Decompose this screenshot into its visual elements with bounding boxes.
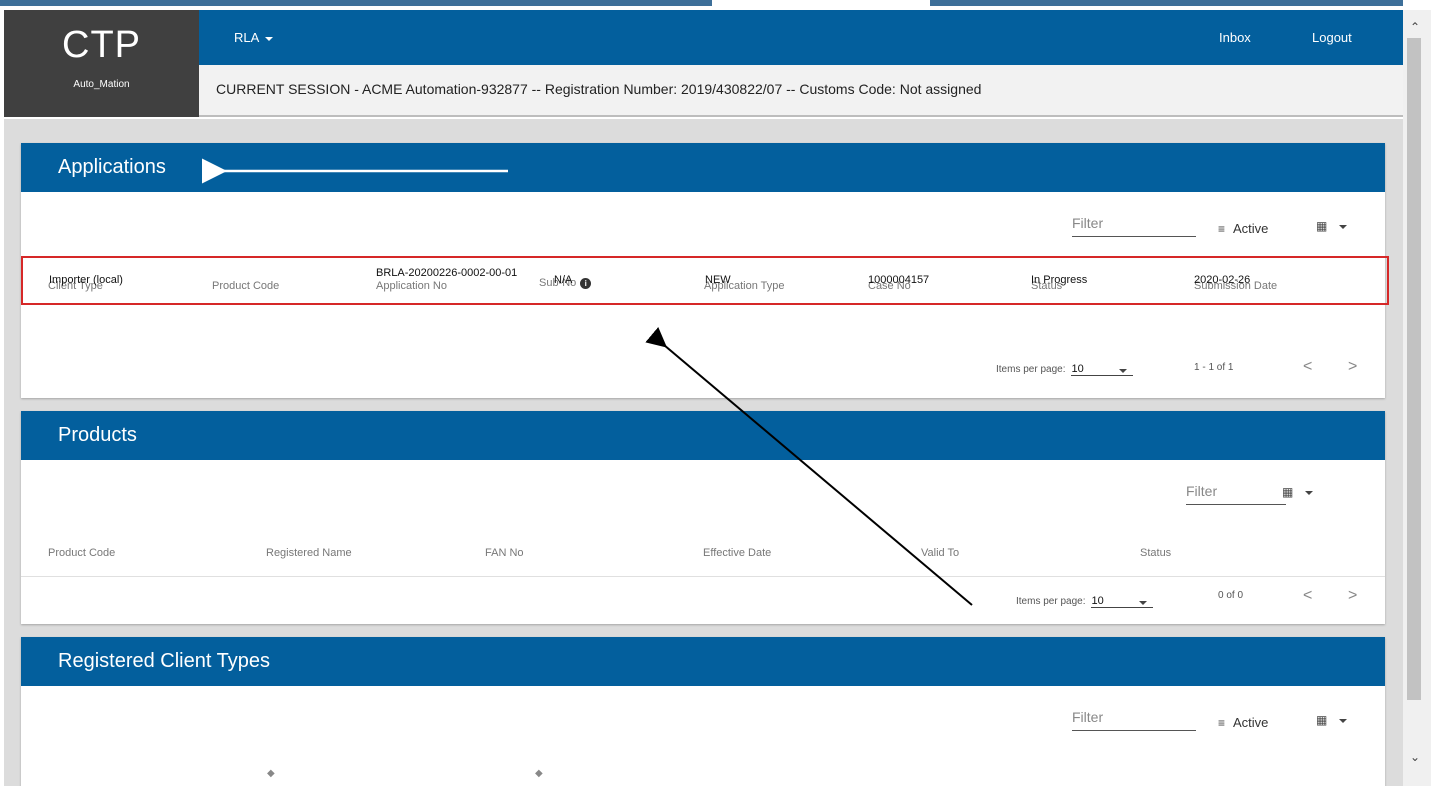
- products-columns-menu[interactable]: ▦: [1282, 485, 1314, 499]
- column-header-valid-to[interactable]: Valid To: [921, 547, 959, 559]
- brand-subtitle: Auto_Mation: [73, 79, 130, 90]
- cell-submission-date: 2020-02-26: [1194, 274, 1251, 286]
- applications-range: 1 - 1 of 1: [1194, 362, 1234, 373]
- table-row[interactable]: Importer (local) BRLA-20200226-0002-00-0…: [21, 256, 1389, 305]
- column-header-effective-date[interactable]: Effective Date: [703, 547, 771, 559]
- session-info: CURRENT SESSION - ACME Automation-932877…: [216, 81, 982, 97]
- chevron-down-icon: [1339, 224, 1348, 229]
- session-bar: CURRENT SESSION - ACME Automation-932877…: [199, 65, 1403, 117]
- items-per-page-value: 10: [1091, 595, 1104, 607]
- applications-active-filter[interactable]: ≡ Active: [1218, 221, 1268, 236]
- scroll-down-icon[interactable]: ⌄: [1407, 750, 1423, 764]
- items-per-page-select[interactable]: 10: [1091, 595, 1154, 608]
- app-window: CTP Auto_Mation RLA Inbox Logout CURRENT…: [0, 0, 1431, 786]
- client-types-card: Registered Client Types Filter ≡ Active ▦…: [21, 637, 1385, 786]
- items-per-page-label: Items per page:: [996, 364, 1066, 375]
- page-scrollbar[interactable]: ⌃ ⌄: [1403, 10, 1431, 786]
- previous-page-button[interactable]: <: [1303, 587, 1312, 605]
- cell-application-no[interactable]: BRLA-20200226-0002-00-01: [376, 268, 540, 279]
- chevron-down-icon: [1119, 369, 1128, 373]
- items-per-page-value: 10: [1071, 363, 1084, 375]
- grid-icon: ▦: [1316, 219, 1328, 233]
- sort-icon[interactable]: ◆: [535, 768, 543, 779]
- chevron-down-icon: [1305, 490, 1314, 495]
- active-label: Active: [1233, 715, 1269, 730]
- previous-page-button[interactable]: <: [1303, 358, 1312, 376]
- chevron-down-icon: [265, 36, 274, 41]
- logout-link[interactable]: Logout: [1312, 30, 1352, 45]
- sort-icon[interactable]: ◆: [267, 768, 275, 779]
- next-page-button[interactable]: >: [1348, 587, 1357, 605]
- applications-columns-menu[interactable]: ▦: [1316, 219, 1348, 233]
- cell-status: In Progress: [1031, 274, 1088, 286]
- filter-icon: ≡: [1218, 222, 1226, 236]
- main-content: Applications Filter ≡ Active ▦ Client Typ…: [4, 119, 1403, 786]
- active-label: Active: [1233, 221, 1269, 236]
- browser-top-strip: [0, 0, 1403, 10]
- next-page-button[interactable]: >: [1348, 358, 1357, 376]
- brand-name: CTP: [62, 24, 141, 66]
- products-filter-input[interactable]: Filter: [1186, 483, 1286, 505]
- items-per-page-select[interactable]: 10: [1071, 363, 1134, 376]
- column-header-status[interactable]: Status: [1140, 547, 1171, 559]
- grid-icon: ▦: [1316, 713, 1328, 727]
- column-header-fan-no[interactable]: FAN No: [485, 547, 524, 559]
- applications-filter-input[interactable]: Filter: [1072, 215, 1196, 237]
- filter-icon: ≡: [1218, 716, 1226, 730]
- applications-title: Applications: [21, 143, 1385, 192]
- grid-icon: ▦: [1282, 485, 1294, 499]
- top-navbar: RLA Inbox Logout: [199, 10, 1403, 65]
- brand-logo[interactable]: CTP Auto_Mation: [4, 10, 199, 117]
- cell-application-type: NEW: [705, 274, 731, 286]
- rla-menu-label: RLA: [234, 30, 260, 45]
- chevron-down-icon: [1339, 718, 1348, 723]
- products-card: Products Filter ▦ Product Code Registere…: [21, 411, 1385, 624]
- scroll-up-icon[interactable]: ⌃: [1407, 20, 1423, 34]
- column-header-registered-name[interactable]: Registered Name: [266, 547, 352, 559]
- applications-card: Applications Filter ≡ Active ▦ Client Typ…: [21, 143, 1389, 398]
- divider: [21, 576, 1385, 577]
- applications-items-per-page: Items per page: 10: [996, 363, 1134, 376]
- rla-menu[interactable]: RLA: [234, 30, 274, 45]
- items-per-page-label: Items per page:: [1016, 596, 1086, 607]
- inbox-link[interactable]: Inbox: [1219, 30, 1251, 45]
- cell-client-type: Importer (local): [49, 274, 123, 286]
- products-title: Products: [21, 411, 1385, 460]
- chevron-down-icon: [1139, 601, 1148, 605]
- column-header-product-code[interactable]: Product Code: [48, 547, 115, 559]
- cell-sub-no: N/A: [554, 274, 573, 286]
- scrollbar-thumb[interactable]: [1407, 38, 1421, 700]
- client-types-filter-input[interactable]: Filter: [1072, 709, 1196, 731]
- client-types-active-filter[interactable]: ≡ Active: [1218, 715, 1268, 730]
- products-range: 0 of 0: [1218, 590, 1244, 601]
- products-items-per-page: Items per page: 10: [1016, 595, 1154, 608]
- client-types-title: Registered Client Types: [21, 637, 1385, 686]
- cell-case-no: 1000004157: [868, 274, 930, 286]
- client-types-columns-menu[interactable]: ▦: [1316, 713, 1348, 727]
